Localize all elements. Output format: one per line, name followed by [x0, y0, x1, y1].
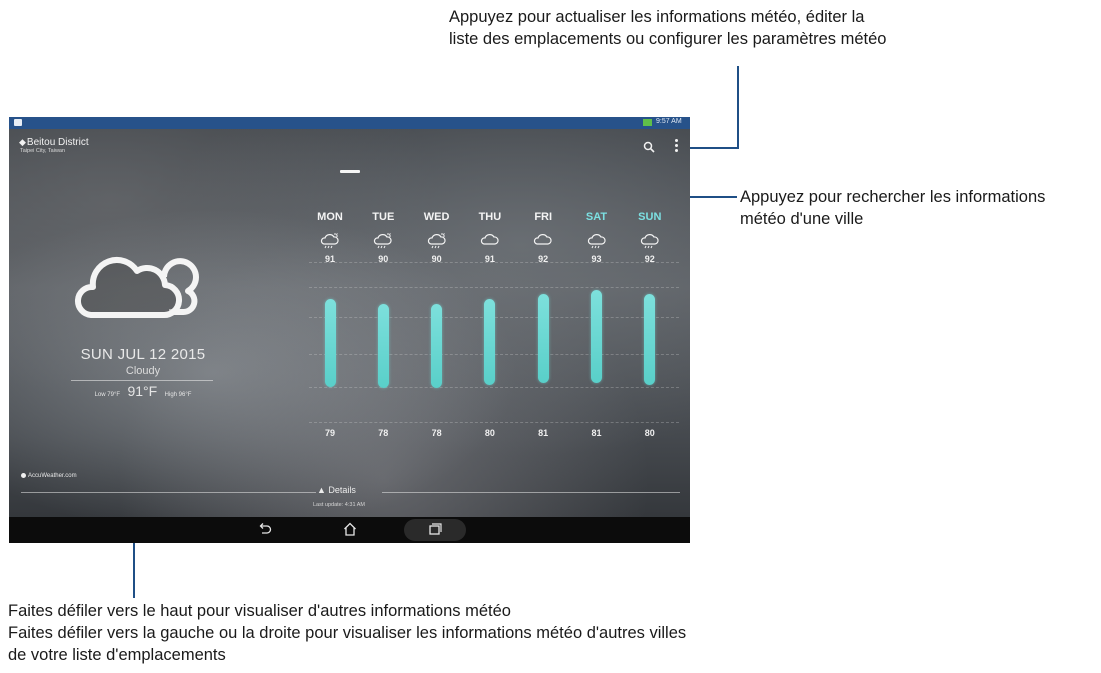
callout-refresh-line2: liste des emplacements ou configurer les…	[449, 30, 887, 48]
forecast-high-temp: 93	[591, 254, 602, 264]
callout-line-menu-horizontal	[687, 147, 739, 149]
callout-refresh-menu: Appuyez pour actualiser les informations…	[449, 6, 886, 50]
forecast-day-label: WED	[423, 211, 450, 223]
temperature-range-bar	[377, 303, 389, 389]
back-icon	[259, 523, 272, 534]
forecast-day-label: TUE	[372, 211, 395, 223]
cloud-icon	[523, 232, 563, 255]
cloud-sun-rain-icon	[417, 232, 457, 255]
callout-line-menu-vertical	[737, 66, 739, 148]
divider	[382, 492, 680, 493]
forecast-high-temp: 90	[431, 254, 442, 264]
recent-apps-button[interactable]	[422, 521, 448, 539]
temperature-range-bar	[324, 299, 336, 387]
forecast-low-temp: 80	[644, 428, 655, 438]
home-icon	[344, 522, 356, 536]
details-button[interactable]: ▲ Details	[317, 485, 356, 495]
callout-scroll-line2: Faites défiler vers la gauche ou la droi…	[8, 624, 687, 642]
cloud-rain-icon	[630, 232, 670, 255]
recent-apps-icon	[429, 523, 442, 535]
forecast-low-temp: 81	[591, 428, 602, 438]
forecast-day-label: SAT	[585, 211, 608, 223]
temperature-range-bar	[591, 289, 602, 384]
cloud-sun-rain-icon	[310, 232, 350, 255]
callout-scroll-line1: Faites défiler vers le haut pour visuali…	[8, 602, 511, 620]
navigation-bar	[9, 517, 690, 543]
forecast-panel[interactable]: MON 91 79 TUE 90 78 WED 90 78 THU 91 80 FRI 92 81 SAT 93…	[9, 117, 690, 543]
temperature-range-bar	[484, 299, 496, 385]
divider	[21, 492, 316, 493]
callout-search: Appuyez pour rechercher les informations…	[740, 186, 1045, 230]
cloud-rain-icon	[577, 232, 617, 255]
back-button[interactable]	[252, 521, 278, 539]
callout-search-line2: météo d'une ville	[740, 210, 864, 228]
accuweather-brand[interactable]: AccuWeather.com	[21, 473, 77, 479]
grid-line	[309, 287, 679, 288]
grid-line	[309, 387, 679, 388]
forecast-day-label: THU	[478, 211, 502, 223]
forecast-high-temp: 92	[644, 254, 655, 264]
weather-app-screen[interactable]: 9:57 AM ◆Beitou District Taipei City, Ta…	[9, 117, 690, 543]
forecast-low-temp: 80	[484, 428, 495, 438]
forecast-high-temp: 91	[324, 254, 335, 264]
callout-refresh-line1: Appuyez pour actualiser les informations…	[449, 8, 865, 26]
forecast-day-label: MON	[317, 211, 343, 223]
callout-scroll: Faites défiler vers le haut pour visuali…	[8, 600, 686, 666]
grid-line	[309, 422, 679, 423]
forecast-day-label: SUN	[638, 211, 662, 223]
forecast-low-temp: 78	[378, 428, 389, 438]
callout-scroll-line3: de votre liste d'emplacements	[8, 646, 226, 664]
temperature-range-bar	[644, 294, 656, 385]
forecast-low-temp: 79	[324, 428, 335, 438]
forecast-day-label: FRI	[534, 211, 553, 223]
forecast-high-temp: 90	[378, 254, 389, 264]
temperature-range-bar	[537, 294, 549, 384]
forecast-high-temp: 92	[538, 254, 549, 264]
brand-label: AccuWeather.com	[28, 473, 77, 480]
temperature-range-bar	[431, 303, 443, 389]
callout-search-line1: Appuyez pour rechercher les informations	[740, 188, 1046, 206]
forecast-high-temp: 91	[484, 254, 495, 264]
last-update: Last update: 4:31 AM	[313, 502, 365, 508]
accuweather-logo-icon	[21, 473, 26, 478]
cloud-icon	[470, 232, 510, 255]
home-button[interactable]	[337, 521, 363, 539]
cloud-sun-rain-icon	[363, 232, 403, 255]
forecast-low-temp: 78	[431, 428, 442, 438]
forecast-low-temp: 81	[538, 428, 549, 438]
